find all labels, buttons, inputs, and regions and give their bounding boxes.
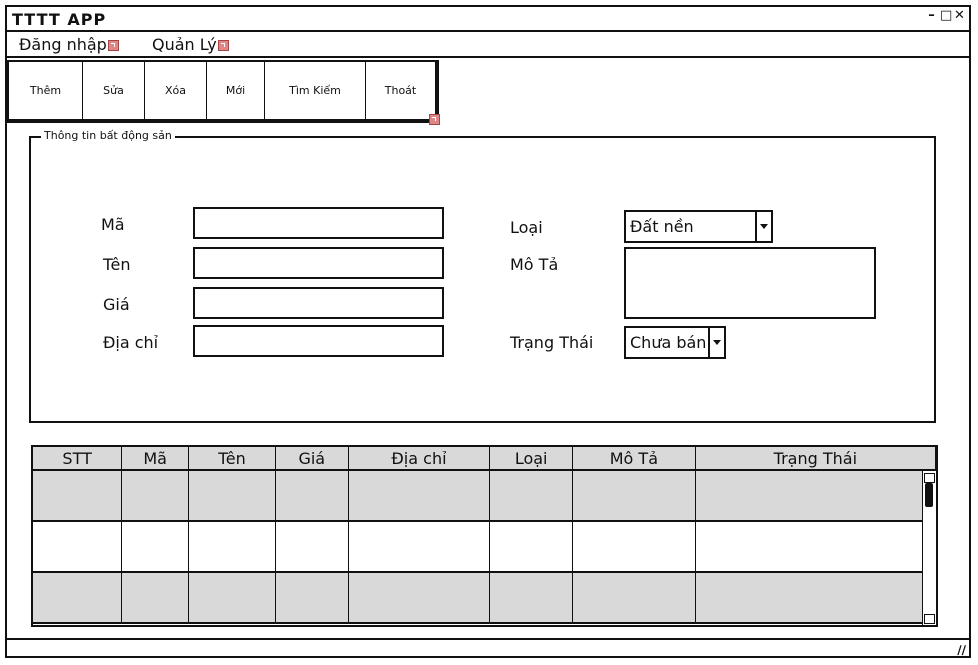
table-cell[interactable] (33, 470, 123, 522)
gia-input[interactable] (193, 287, 444, 319)
menu-bar: Đăng nhập Quản Lý (7, 32, 969, 58)
add-button[interactable]: Thêm (9, 62, 83, 119)
table-cell[interactable] (275, 572, 349, 624)
delete-button[interactable]: Xóa (145, 62, 207, 119)
label-mota: Mô Tả (510, 255, 559, 274)
exit-button[interactable]: Thoát (366, 62, 436, 119)
menu-login-label: Đăng nhập (19, 35, 107, 54)
table-cell[interactable] (348, 470, 491, 522)
scroll-thumb[interactable] (925, 483, 933, 507)
label-ten: Tên (103, 255, 131, 274)
trangthai-dropdown-button[interactable] (708, 328, 724, 357)
app-title: TTTT APP (12, 10, 107, 29)
label-diachi: Địa chỉ (103, 333, 159, 352)
column-header[interactable]: Mã (121, 447, 190, 471)
window-controls: – □ ✕ (926, 8, 965, 23)
table-cell[interactable] (572, 470, 696, 522)
scroll-up-arrow-icon[interactable] (924, 473, 935, 483)
label-gia: Giá (103, 295, 130, 314)
menu-login[interactable]: Đăng nhập (19, 35, 119, 54)
mota-textarea[interactable] (624, 247, 876, 319)
trangthai-selected-value: Chưa bán (630, 333, 707, 352)
table-cell[interactable] (275, 470, 349, 522)
resize-grip-icon[interactable]: ∕∕ (957, 643, 966, 657)
table-cell[interactable] (275, 521, 349, 573)
diachi-input[interactable] (193, 325, 444, 357)
ten-input[interactable] (193, 247, 444, 279)
table-cell[interactable] (695, 521, 936, 573)
status-bar: ∕∕ (7, 638, 969, 658)
edit-button[interactable]: Sửa (83, 62, 145, 119)
table-cell[interactable] (695, 470, 936, 522)
table-scrollbar[interactable] (922, 471, 936, 625)
table-cell[interactable] (33, 572, 123, 624)
close-icon[interactable]: ✕ (954, 8, 965, 23)
property-table: STT Mã Tên Giá Địa chỉ Loại Mô Tả Trạng … (31, 445, 938, 627)
loai-selected-value: Đất nền (630, 217, 694, 236)
title-bar: TTTT APP – □ ✕ (7, 7, 969, 32)
label-loai: Loại (510, 218, 543, 237)
table-header-row: STT Mã Tên Giá Địa chỉ Loại Mô Tả Trạng … (33, 447, 936, 471)
new-button[interactable]: Mới (207, 62, 265, 119)
column-header[interactable]: Tên (188, 447, 276, 471)
column-header[interactable]: Mô Tả (572, 447, 696, 471)
ma-input[interactable] (193, 207, 444, 239)
scroll-down-arrow-icon[interactable] (924, 614, 935, 624)
search-button[interactable]: Tìm Kiếm (265, 62, 366, 119)
table-row[interactable] (33, 470, 936, 522)
column-header[interactable]: STT (33, 447, 123, 471)
restore-icon[interactable]: □ (940, 8, 952, 23)
table-row[interactable] (33, 572, 936, 624)
table-cell[interactable] (33, 521, 123, 573)
menu-manage-label: Quản Lý (152, 35, 217, 54)
toolbar-arrow-icon (429, 114, 440, 125)
column-header[interactable]: Loại (489, 447, 574, 471)
table-cell[interactable] (121, 572, 190, 624)
menu-manage[interactable]: Quản Lý (152, 35, 229, 54)
chevron-down-icon (760, 224, 768, 229)
table-cell[interactable] (695, 572, 936, 624)
table-cell[interactable] (348, 572, 491, 624)
table-cell[interactable] (121, 470, 190, 522)
column-header[interactable]: Địa chỉ (348, 447, 491, 471)
loai-dropdown-button[interactable] (755, 212, 771, 241)
table-cell[interactable] (489, 470, 574, 522)
data-grid: STT Mã Tên Giá Địa chỉ Loại Mô Tả Trạng … (33, 447, 936, 624)
table-cell[interactable] (489, 572, 574, 624)
table-cell[interactable] (121, 521, 190, 573)
loai-select[interactable]: Đất nền (624, 210, 773, 243)
table-row[interactable] (33, 521, 936, 573)
table-cell[interactable] (188, 572, 276, 624)
trangthai-select[interactable]: Chưa bán (624, 326, 726, 359)
table-cell[interactable] (348, 521, 491, 573)
column-header[interactable]: Trạng Thái (695, 447, 936, 471)
toolbar: Thêm Sửa Xóa Mới Tìm Kiếm Thoát (7, 60, 440, 125)
table-cell[interactable] (572, 572, 696, 624)
group-legend: Thông tin bất động sản (41, 129, 175, 142)
table-cell[interactable] (188, 470, 276, 522)
chevron-down-icon (713, 340, 721, 345)
table-cell[interactable] (572, 521, 696, 573)
submenu-arrow-icon (217, 40, 229, 51)
table-cell[interactable] (489, 521, 574, 573)
property-info-group: Thông tin bất động sản Mã Tên Giá Địa ch… (29, 129, 936, 423)
table-cell[interactable] (188, 521, 276, 573)
label-ma: Mã (101, 215, 125, 234)
minimize-icon[interactable]: – (926, 8, 937, 23)
column-header[interactable]: Giá (275, 447, 349, 471)
submenu-arrow-icon (107, 40, 119, 51)
label-trangthai: Trạng Thái (510, 333, 594, 352)
